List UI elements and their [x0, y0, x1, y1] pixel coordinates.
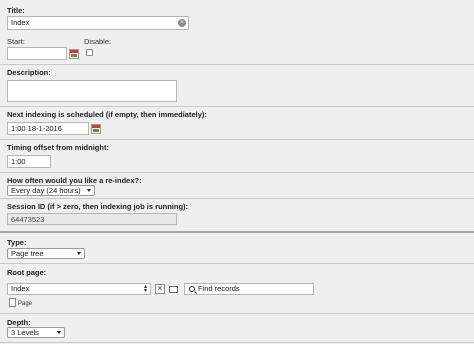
page-icon	[9, 298, 16, 307]
divider	[0, 231, 474, 233]
search-icon	[189, 286, 195, 292]
divider	[0, 64, 474, 65]
divider	[0, 313, 474, 314]
chevron-down-icon	[77, 252, 81, 255]
timing-offset-input[interactable]: 1:00	[7, 155, 51, 168]
session-id-label: Session ID (if > zero, then indexing job…	[7, 202, 189, 211]
root-page-label: Root page:	[7, 268, 47, 277]
folder-icon[interactable]	[169, 286, 178, 293]
start-label: Start:	[7, 37, 25, 46]
chevron-down-icon	[57, 331, 61, 334]
next-indexing-input[interactable]: 1:00 18-1-2016	[7, 122, 89, 135]
find-records-input[interactable]: Find records	[184, 283, 314, 295]
description-textarea[interactable]	[7, 80, 177, 102]
divider	[0, 106, 474, 107]
divider	[0, 139, 474, 140]
disable-checkbox[interactable]	[86, 49, 93, 56]
find-records-placeholder: Find records	[198, 284, 240, 293]
disable-label: Disable:	[84, 37, 112, 46]
chevron-down-icon	[87, 189, 91, 192]
clear-icon[interactable]: ×	[178, 19, 186, 27]
reindex-frequency-label: How often would you like a re-index?:	[7, 176, 142, 185]
start-date-input[interactable]	[7, 47, 67, 60]
divider	[0, 198, 474, 199]
depth-select[interactable]: 3 Levels	[7, 327, 65, 338]
depth-label: Depth:	[7, 318, 31, 327]
page-record-label: Page	[18, 301, 33, 307]
reindex-frequency-value: Every day (24 hours)	[11, 186, 81, 195]
type-value: Page tree	[11, 249, 44, 258]
remove-button[interactable]: ×	[155, 284, 165, 294]
reindex-frequency-select[interactable]: Every day (24 hours)	[7, 185, 95, 196]
calendar-icon[interactable]	[91, 124, 101, 134]
calendar-icon[interactable]	[69, 49, 79, 59]
session-id-input: 64473523	[7, 213, 177, 225]
root-page-select[interactable]: Index ▴ ▾	[7, 283, 151, 295]
title-input[interactable]: Index	[7, 16, 189, 30]
type-select[interactable]: Page tree	[7, 248, 85, 259]
depth-value: 3 Levels	[11, 328, 39, 337]
description-label: Description:	[7, 68, 51, 77]
divider	[0, 172, 474, 173]
timing-offset-label: Timing offset from midnight:	[7, 143, 109, 152]
sort-arrows-icon: ▴ ▾	[143, 284, 147, 294]
divider	[0, 263, 474, 264]
title-label: Title:	[7, 6, 25, 15]
root-page-value: Index	[11, 284, 30, 293]
type-label: Type:	[7, 238, 27, 247]
divider	[0, 342, 474, 343]
next-indexing-label: Next indexing is scheduled (if empty, th…	[7, 110, 207, 119]
